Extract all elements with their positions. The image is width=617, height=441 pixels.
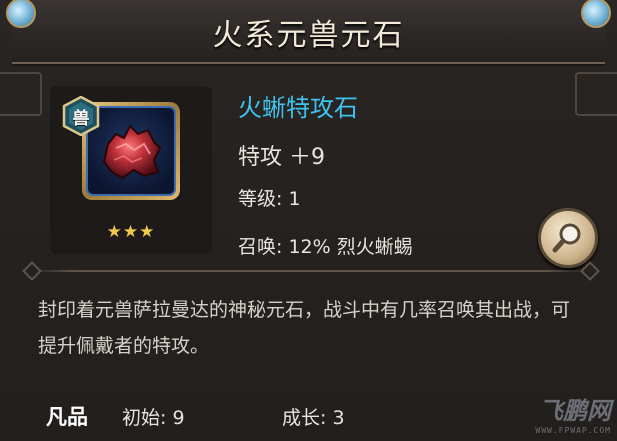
section-divider <box>30 270 588 272</box>
footer-stats: 凡品 初始: 9 成长: 3 <box>30 393 590 435</box>
page-title: 火系元兽元石 <box>212 18 405 53</box>
item-card: 兽 ★★★ <box>50 86 212 254</box>
beast-badge-label: 兽 <box>72 108 90 129</box>
star-rating: ★★★ <box>106 222 156 242</box>
stat-summon: 召唤: 12% 烈火蜥蜴 <box>238 236 413 258</box>
growth-value: 成长: 3 <box>282 407 345 429</box>
frame-ornament <box>575 72 617 116</box>
initial-value: 初始: 9 <box>122 407 185 429</box>
fire-lizard-stone-icon <box>102 124 162 180</box>
item-name: 火蜥特攻石 <box>238 94 358 122</box>
divider-ornament <box>580 261 600 281</box>
corner-gem-icon <box>581 0 611 28</box>
quality-label: 凡品 <box>46 405 88 429</box>
item-description: 封印着元兽萨拉曼达的神秘元石，战斗中有几率召唤其出战，可提升佩戴者的特攻。 <box>38 299 571 357</box>
watermark-url: WWW.FPWAP.COM <box>535 426 611 435</box>
magnifier-icon <box>552 223 581 253</box>
stat-level: 等级: 1 <box>238 188 301 210</box>
item-detail-panel: 火系元兽元石 兽 ★★★ 火蜥特攻石 特攻 ＋9 等级: 1 召唤: 12% 烈… <box>0 0 617 441</box>
title-bar: 火系元兽元石 <box>6 0 611 64</box>
beast-badge-icon: 兽 <box>62 96 100 136</box>
divider-ornament <box>22 261 42 281</box>
frame-ornament <box>0 72 42 116</box>
watermark-logo: 飞鹏网 <box>539 397 611 425</box>
watermark: 飞鹏网 WWW.FPWAP.COM <box>535 391 611 435</box>
stat-attack: 特攻 ＋9 <box>238 145 325 170</box>
magnify-button[interactable] <box>538 208 598 268</box>
